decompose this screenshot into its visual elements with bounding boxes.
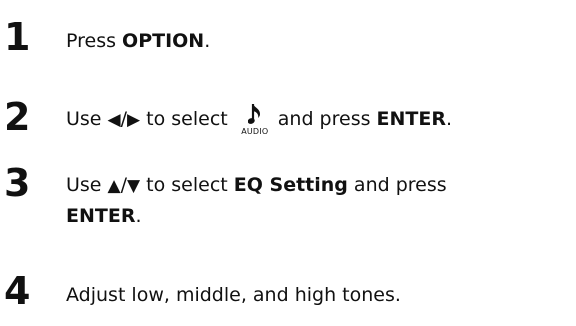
step-number: 3 [4, 161, 31, 205]
step-text-after-bold: and press [347, 174, 447, 196]
step-text: Use ▲/▼ to select EQ Setting and press E… [66, 170, 447, 231]
step-text: Use ◀/▶ to select AUDIO and press ENTER. [66, 104, 453, 136]
step-number: 4 [4, 269, 31, 313]
step-number: 1 [4, 15, 31, 59]
step-text: Adjust low, middle, and high tones. [66, 284, 401, 306]
audio-icon-label: AUDIO [241, 127, 269, 136]
step-text-middle: to select [140, 174, 234, 196]
eq-setting-label: EQ Setting [233, 174, 348, 196]
down-arrow-icon: ▼ [127, 176, 141, 196]
enter-key-label: ENTER [66, 205, 136, 227]
step-text-prefix: Use [66, 108, 108, 130]
step-text: Press OPTION. [66, 26, 210, 56]
music-note-icon [247, 104, 260, 124]
step-text-prefix: Use [66, 174, 108, 196]
left-arrow-icon: ◀ [107, 110, 121, 130]
step-text-line-2: ENTER. [66, 201, 447, 231]
step-text-line-1: Use ▲/▼ to select EQ Setting and press [66, 170, 447, 201]
step-text-after-icon: and press [277, 108, 377, 130]
step-text-suffix: . [204, 30, 211, 52]
right-arrow-icon: ▶ [127, 110, 141, 130]
up-arrow-icon: ▲ [107, 176, 121, 196]
enter-key-label: ENTER [376, 108, 446, 130]
step-text-middle: to select [140, 108, 234, 130]
step-text-suffix: . [135, 205, 142, 227]
step-text-suffix: . [446, 108, 453, 130]
audio-music-note-icon: AUDIO [240, 104, 270, 136]
step-number: 2 [4, 95, 31, 139]
step-text-prefix: Press [66, 30, 123, 52]
option-key-label: OPTION [122, 30, 205, 52]
